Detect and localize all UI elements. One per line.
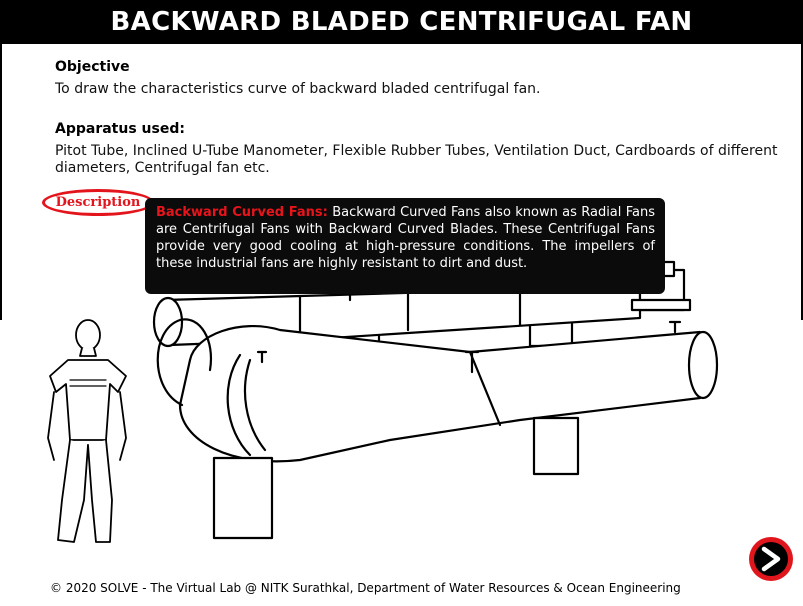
apparatus-heading: Apparatus used:: [55, 121, 185, 137]
next-arrow-icon: [761, 546, 781, 572]
apparatus-text-line-1: Pitot Tube, Inclined U-Tube Manometer, F…: [55, 143, 778, 159]
footer-copyright: © 2020 SOLVE - The Virtual Lab @ NITK Su…: [50, 581, 681, 595]
objective-text: To draw the characteristics curve of bac…: [55, 81, 541, 97]
tooltip-heading: Backward Curved Fans:: [156, 205, 328, 220]
next-button[interactable]: [749, 537, 793, 581]
page-title: BACKWARD BLADED CENTRIFUGAL FAN: [0, 0, 803, 44]
duct-support: [212, 456, 274, 540]
description-tooltip: Backward Curved Fans: Backward Curved Fa…: [145, 198, 665, 294]
apparatus-illustration: [47, 260, 719, 543]
description-button[interactable]: Description: [42, 189, 154, 216]
lower-duct: [178, 325, 715, 463]
apparatus-text-line-2: diameters, Centrifugal fan etc.: [55, 160, 270, 176]
next-button-inner: [754, 542, 788, 576]
objective-heading: Objective: [55, 59, 130, 75]
human-figure: [47, 319, 127, 543]
duct-support: [532, 416, 580, 476]
